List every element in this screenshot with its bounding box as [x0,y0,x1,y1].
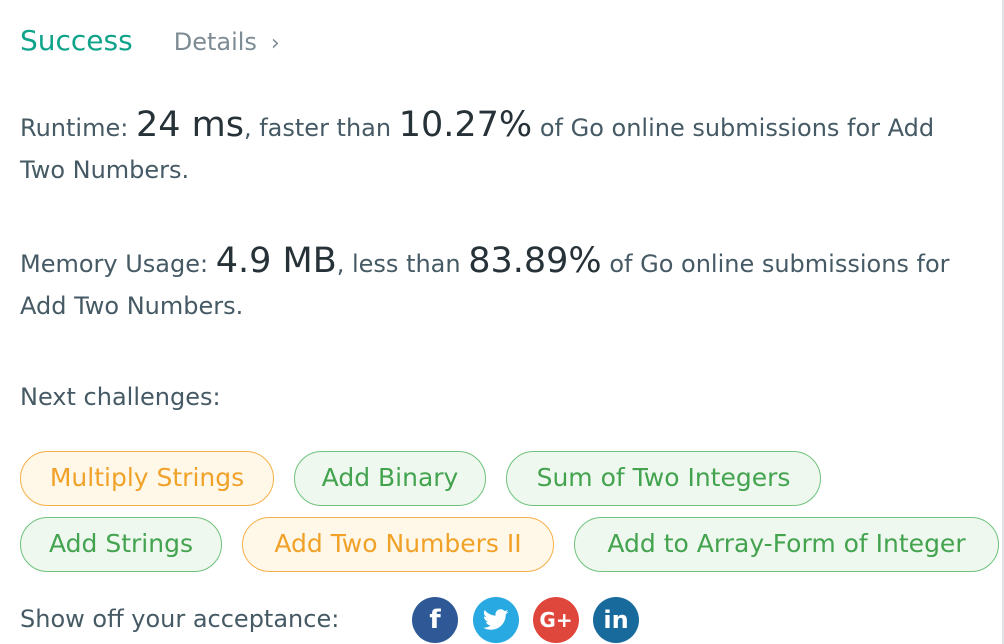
submission-result-panel: Success Details › Runtime: 24 ms, faster … [0,0,1004,644]
memory-percent: 83.89% [468,241,602,281]
memory-label: Memory Usage: [20,250,216,278]
facebook-share-button[interactable]: f [412,597,458,643]
runtime-suffix: of Go online submissions for Add [532,114,935,142]
memory-stat: Memory Usage: 4.9 MB, less than 83.89% o… [20,240,950,327]
runtime-label: Runtime: [20,114,136,142]
share-label: Show off your acceptance: [20,605,340,633]
memory-value: 4.9 MB [215,241,337,281]
details-link[interactable]: Details › [174,28,280,56]
facebook-icon: f [429,605,441,635]
runtime-problem-name: Two Numbers. [20,156,190,184]
memory-suffix: of Go online submissions for [601,250,950,278]
challenge-tag-multiply-strings[interactable]: Multiply Strings [20,451,274,506]
challenge-tag-sum-of-two-integers[interactable]: Sum of Two Integers [506,451,821,506]
details-label: Details [173,28,257,56]
runtime-percent: 10.27% [398,105,533,145]
twitter-icon [483,609,509,630]
linkedin-share-button[interactable]: in [593,597,639,643]
challenge-tag-add-to-array-form-of-integer[interactable]: Add to Array-Form of Integer [574,517,999,572]
challenge-tag-add-binary[interactable]: Add Binary [294,451,486,506]
runtime-stat: Runtime: 24 ms, faster than 10.27% of Go… [20,104,934,191]
linkedin-icon: in [603,606,629,634]
runtime-comparison: , faster than [243,114,399,142]
result-header: Success Details › [20,24,280,57]
memory-comparison: , less than [336,250,469,278]
challenge-tag-add-strings[interactable]: Add Strings [20,517,222,572]
status-label: Success [20,24,133,57]
chevron-right-icon: › [270,31,280,56]
google-plus-icon: G+ [539,608,573,632]
memory-problem-name: Add Two Numbers. [20,292,244,320]
twitter-share-button[interactable] [473,597,519,643]
next-challenges-label: Next challenges: [20,383,221,411]
challenge-tag-add-two-numbers-ii[interactable]: Add Two Numbers II [242,517,554,572]
google-plus-share-button[interactable]: G+ [533,597,579,643]
runtime-value: 24 ms [135,105,244,145]
